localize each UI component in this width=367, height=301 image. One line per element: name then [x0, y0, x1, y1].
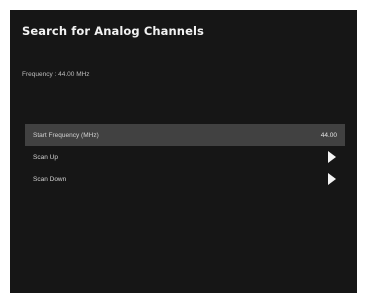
right-arrow-icon — [328, 151, 336, 163]
scan-menu: Start Frequency (MHz) 44.00 Scan Up Scan… — [25, 124, 345, 190]
scan-down-label: Scan Down — [33, 175, 67, 183]
dialog-title: Search for Analog Channels — [22, 24, 204, 38]
scan-up-label: Scan Up — [33, 153, 58, 161]
start-frequency-label: Start Frequency (MHz) — [33, 131, 99, 139]
page: Search for Analog Channels Frequency : 4… — [0, 0, 367, 301]
right-arrow-icon — [328, 173, 336, 185]
start-frequency-item[interactable]: Start Frequency (MHz) 44.00 — [25, 124, 345, 146]
scan-down-item[interactable]: Scan Down — [25, 168, 345, 190]
scan-up-item[interactable]: Scan Up — [25, 146, 345, 168]
tv-screen: Search for Analog Channels Frequency : 4… — [10, 10, 357, 293]
start-frequency-value: 44.00 — [320, 131, 337, 139]
frequency-readout: Frequency : 44.00 MHz — [22, 71, 90, 78]
